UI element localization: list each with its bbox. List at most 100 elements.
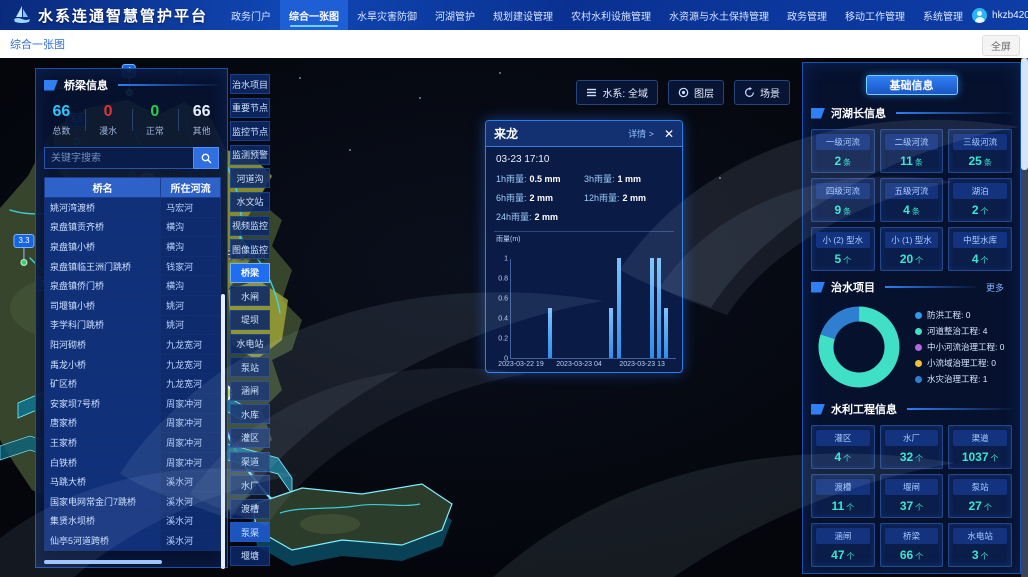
table-row[interactable]: 姚河湾渡桥马宏河: [45, 198, 221, 218]
nav-item[interactable]: 河湖管护: [426, 0, 484, 30]
map-control-layers[interactable]: 图层: [668, 80, 724, 105]
table-row[interactable]: 矿区桥九龙宽河: [45, 374, 221, 394]
search-button[interactable]: [193, 147, 219, 169]
table-row[interactable]: 泉盘镇小桥横沟: [45, 237, 221, 257]
layer-item-2[interactable]: 监控节点: [230, 121, 270, 141]
detail-link[interactable]: 详情 >: [628, 127, 654, 140]
table-row[interactable]: 泉盘镇侨门桥横沟: [45, 276, 221, 296]
legend-dot: [915, 376, 922, 383]
more-link[interactable]: 更多: [986, 281, 1004, 294]
layer-item-19[interactable]: 泵渠: [230, 522, 270, 542]
river-name-cell: 周家冲河: [161, 413, 221, 433]
main-content: 仙居乡石桥驿镇子陵铺镇泉口街道办龙泉街道办事处46.511.310.510.53…: [0, 58, 1028, 577]
cell-label: 水厂: [885, 430, 939, 446]
nav-item[interactable]: 移动工作管理: [836, 0, 914, 30]
stat-label: 其他: [178, 124, 225, 137]
layer-item-20[interactable]: 堰塘: [230, 546, 270, 566]
table-row[interactable]: 李学科门跳桥姚河: [45, 315, 221, 335]
legend-item: 小流域治理工程: 0: [915, 357, 1004, 369]
river-chief-grid: 一级河流2条二级河流11条三级河流25条四级河流9条五级河流4条湖泊2个小 (2…: [811, 129, 1012, 271]
layer-item-11[interactable]: 水电站: [230, 334, 270, 354]
layer-item-16[interactable]: 渠道: [230, 452, 270, 472]
metric-value: 2 mm: [535, 212, 559, 222]
nav-item[interactable]: 水资源与水土保持管理: [660, 0, 778, 30]
layer-item-15[interactable]: 灌区: [230, 428, 270, 448]
layer-item-1[interactable]: 重要节点: [230, 98, 270, 118]
layer-item-17[interactable]: 水厂: [230, 475, 270, 495]
breadcrumb[interactable]: 综合一张图: [10, 36, 65, 52]
map-control-list[interactable]: 水系: 全域: [576, 80, 658, 105]
cell-label: 中型水库: [953, 232, 1007, 248]
nav-item[interactable]: 政务门户: [222, 0, 280, 30]
cell-value: 25条: [951, 154, 1009, 168]
app-window: 水系连通智慧管护平台 政务门户综合一张图水旱灾害防御河湖管护规划建设管理农村水利…: [0, 0, 1028, 577]
engineering-stat-cell: 渡槽11个: [811, 474, 875, 518]
table-row[interactable]: 唐家桥周家冲河: [45, 413, 221, 433]
table-row[interactable]: 王家桥周家冲河: [45, 433, 221, 453]
nav-item[interactable]: 系统管理: [914, 0, 972, 30]
table-row[interactable]: 泉盘镇临王洲门跳桥钱家河: [45, 256, 221, 276]
cell-value: 2条: [814, 154, 872, 168]
table-horizontal-scrollbar[interactable]: [44, 560, 162, 564]
layer-item-6[interactable]: 视频监控: [230, 216, 270, 236]
cell-label: 堰闸: [885, 479, 939, 495]
user-menu[interactable]: hkzb42080201 ▼: [972, 8, 1028, 23]
nav-item[interactable]: 水旱灾害防御: [348, 0, 426, 30]
section-accent: [44, 80, 58, 91]
cell-unit: 个: [915, 454, 923, 463]
river-stat-cell: 小 (2) 型水5个: [811, 227, 875, 271]
table-vertical-scrollbar[interactable]: [221, 294, 225, 569]
table-row[interactable]: 国家电网常金门7跳桥溪水河: [45, 491, 221, 511]
layer-item-5[interactable]: 水文站: [230, 192, 270, 212]
legend-dot: [915, 328, 922, 335]
layer-item-18[interactable]: 渡槽: [230, 499, 270, 519]
rain-bar: [664, 308, 668, 358]
cell-value: 3个: [951, 548, 1009, 562]
x-tick: 2023-03-22 19: [498, 361, 544, 368]
breadcrumb-bar: 综合一张图 全屏: [0, 30, 1028, 58]
layer-item-3[interactable]: 监测预警: [230, 145, 270, 165]
cell-label: 小 (1) 型水: [885, 232, 939, 248]
layer-item-0[interactable]: 治水项目: [230, 74, 270, 94]
table-row[interactable]: 安家坝7号桥周家冲河: [45, 393, 221, 413]
cell-unit: 条: [984, 158, 992, 167]
layer-item-12[interactable]: 泵站: [230, 357, 270, 377]
table-row[interactable]: 马跳大桥溪水河: [45, 472, 221, 492]
fullscreen-button[interactable]: 全屏: [982, 35, 1020, 56]
table-row[interactable]: 禹龙小桥九龙宽河: [45, 354, 221, 374]
search-input[interactable]: [44, 147, 193, 169]
map-control-scene[interactable]: 场景: [734, 80, 790, 105]
layer-item-13[interactable]: 涵闸: [230, 381, 270, 401]
cell-unit: 个: [991, 454, 999, 463]
table-row[interactable]: 白铁桥周家冲河: [45, 452, 221, 472]
table-row[interactable]: 阳河砌桥九龙宽河: [45, 335, 221, 355]
nav-item[interactable]: 规划建设管理: [484, 0, 562, 30]
layer-item-14[interactable]: 水库: [230, 404, 270, 424]
water-level-marker[interactable]: 3.3: [13, 234, 34, 266]
layer-item-10[interactable]: 堤坝: [230, 310, 270, 330]
close-icon[interactable]: ✕: [664, 128, 674, 140]
table-row[interactable]: 泉盘镇贡齐桥横沟: [45, 217, 221, 237]
nav-item[interactable]: 综合一张图: [280, 0, 348, 30]
table-row[interactable]: 仙亭5河道跨桥溪水河: [45, 531, 221, 551]
layer-item-4[interactable]: 河道沟: [230, 168, 270, 188]
bridge-name-cell: 仙亭5河道跨桥: [45, 531, 161, 551]
layer-item-8[interactable]: 桥梁: [230, 263, 270, 283]
bridge-stat: 0正常: [132, 103, 179, 137]
table-row[interactable]: 集贤水坝桥溪水河: [45, 511, 221, 531]
basic-info-tab[interactable]: 基础信息: [866, 75, 958, 95]
page-title: 水系连通智慧管护平台: [38, 5, 208, 26]
page-scrollbar-thumb[interactable]: [1021, 58, 1028, 170]
engineering-stat-cell: 泵站27个: [948, 474, 1012, 518]
layer-item-7[interactable]: 图像监控: [230, 239, 270, 259]
layer-item-9[interactable]: 水闸: [230, 286, 270, 306]
nav-item[interactable]: 农村水利设施管理: [562, 0, 660, 30]
engineering-grid: 灌区4个水厂32个渠道1037个渡槽11个堰闸37个泵站27个涵闸47个桥梁66…: [811, 425, 1012, 567]
nav-item[interactable]: 政务管理: [778, 0, 836, 30]
page-scrollbar[interactable]: [1021, 58, 1028, 577]
station-name: 来龙: [494, 125, 628, 142]
table-row[interactable]: 司堰镇小桥姚河: [45, 295, 221, 315]
cell-value: 47个: [814, 548, 872, 562]
stat-label: 漫水: [85, 124, 132, 137]
rain-bar: [617, 258, 621, 358]
